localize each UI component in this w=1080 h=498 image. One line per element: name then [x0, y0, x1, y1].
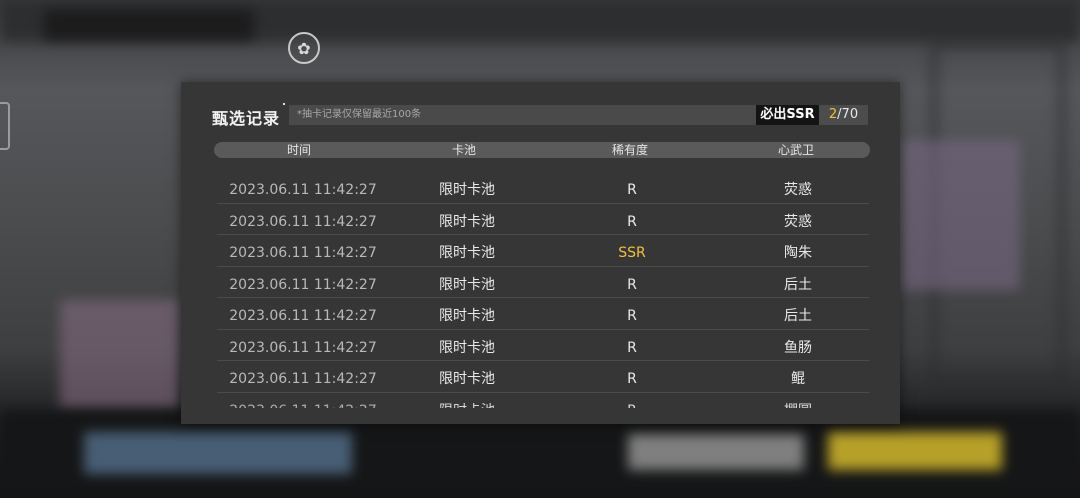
- ssr-guarantee-label: 必出SSR: [756, 105, 819, 125]
- table-row: 2023.06.11 11:42:27 限时卡池 R 棚圆: [217, 393, 869, 409]
- background-character-left: [60, 300, 180, 410]
- history-notice: *抽卡记录仅保留最近100条: [289, 105, 756, 125]
- side-tab-handle: [0, 102, 10, 150]
- table-header: 时间 卡池 稀有度 心武卫: [214, 142, 870, 158]
- row-rarity: R: [627, 393, 637, 409]
- background-gray-button: [628, 434, 804, 470]
- header-weapon: 心武卫: [777, 143, 815, 157]
- ssr-guarantee-counter: 2/70: [819, 105, 868, 125]
- row-time: 2023.06.11 11:42:27: [229, 393, 377, 409]
- background-yellow-button: [828, 432, 1002, 470]
- row-pool: 限时卡池: [439, 393, 495, 409]
- table-row: 2023.06.11 11:42:27 限时卡池 R 鱼肠: [217, 330, 869, 361]
- dialog-title: 甄选记录: [212, 109, 281, 128]
- history-list[interactable]: 2023.06.11 11:42:27 限时卡池 R 荧惑 2023.06.11…: [217, 172, 869, 408]
- header-pool: 卡池: [451, 143, 477, 157]
- table-row: 2023.06.11 11:42:27 限时卡池 R 后土: [217, 298, 869, 330]
- ssr-guarantee-current: 2: [828, 107, 838, 122]
- header-time: 时间: [286, 143, 312, 157]
- header-rarity: 稀有度: [611, 143, 649, 157]
- emblem-icon: ✿: [288, 32, 320, 64]
- gacha-history-dialog: 甄选记录 *抽卡记录仅保留最近100条 必出SSR 2/70 时间 卡池 稀有度…: [181, 82, 900, 424]
- table-row: 2023.06.11 11:42:27 限时卡池 SSR 陶朱: [217, 235, 869, 267]
- table-row: 2023.06.11 11:42:27 限时卡池 R 荧惑: [217, 172, 869, 204]
- table-row: 2023.06.11 11:42:27 限时卡池 R 鲲: [217, 361, 869, 393]
- table-row: 2023.06.11 11:42:27 限时卡池 R 后土: [217, 267, 869, 298]
- background-banner-card: [84, 432, 352, 474]
- background-back-button: [44, 10, 254, 40]
- ssr-guarantee-total: /70: [837, 107, 859, 122]
- title-separator-dot: [283, 103, 285, 105]
- table-row: 2023.06.11 11:42:27 限时卡池 R 荧惑: [217, 204, 869, 235]
- row-weapon: 棚圆: [784, 393, 812, 409]
- background-character-right: [900, 140, 1020, 290]
